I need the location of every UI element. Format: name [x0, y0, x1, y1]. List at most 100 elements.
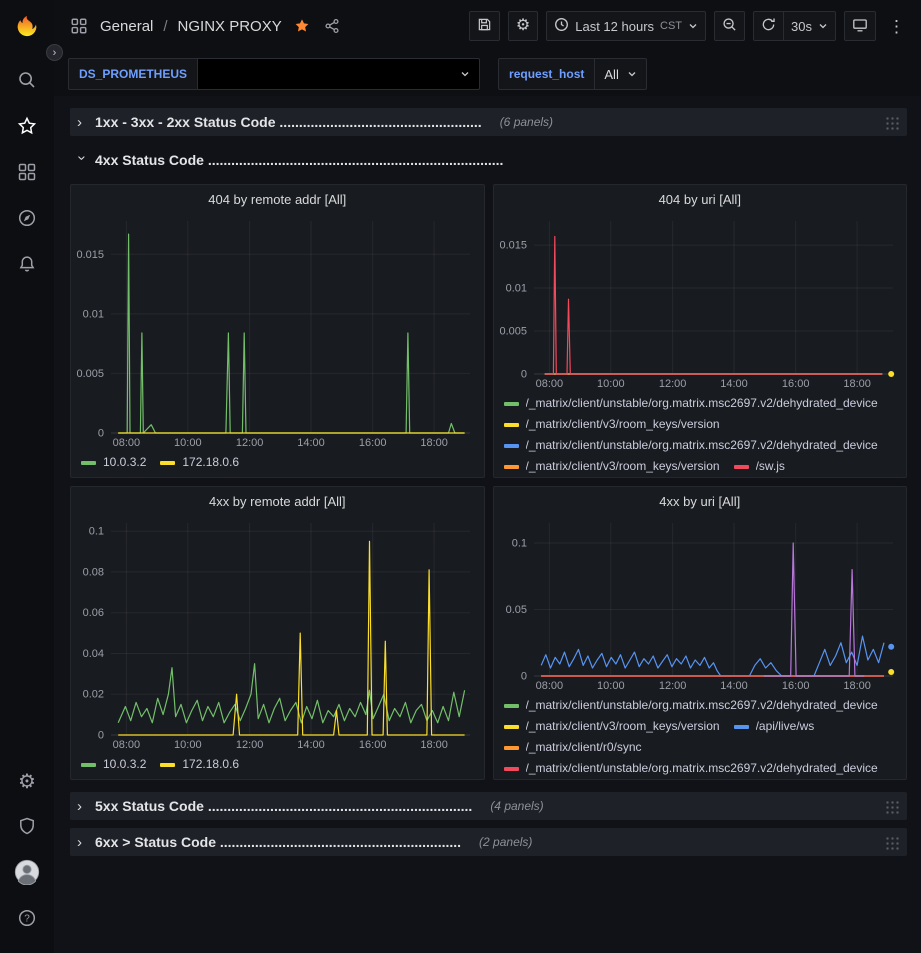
svg-text:0: 0: [520, 671, 526, 683]
sidebar-item-search[interactable]: [7, 62, 47, 102]
variable-label-ds: DS_PROMETHEUS: [68, 58, 198, 90]
legend-item[interactable]: /_matrix/client/unstable/org.matrix.msc2…: [504, 436, 878, 455]
chart-4xx-by-uri[interactable]: 00.050.108:0010:0012:0014:0016:0018:00: [494, 515, 907, 693]
breadcrumb-folder[interactable]: General: [100, 18, 153, 35]
legend-swatch: [504, 444, 519, 448]
chart-svg: 00.020.040.060.080.108:0010:0012:0014:00…: [71, 515, 484, 752]
row-4xx[interactable]: › 4xx Status Code ......................…: [70, 146, 907, 174]
svg-text:0.05: 0.05: [505, 604, 526, 616]
tv-mode-button[interactable]: [844, 11, 876, 41]
row-5xx[interactable]: › 5xx Status Code ......................…: [70, 792, 907, 820]
more-options-button[interactable]: ⋮: [884, 18, 909, 35]
row-1xx-3xx-2xx[interactable]: › 1xx - 3xx - 2xx Status Code ..........…: [70, 108, 907, 136]
grafana-app: ⚙ ? ›: [0, 0, 921, 953]
legend-item[interactable]: /_matrix/client/unstable/org.matrix.msc2…: [504, 759, 878, 778]
refresh-button[interactable]: [753, 11, 784, 41]
legend-label: /_matrix/client/v3/room_keys/version: [526, 415, 720, 434]
sidebar-item-alerting[interactable]: [7, 246, 47, 286]
legend-label: 10.0.3.2: [103, 453, 146, 472]
sidebar-item-explore[interactable]: [7, 200, 47, 240]
legend-item[interactable]: /_matrix/client/v3/room_keys/version: [504, 717, 720, 736]
favorite-star-icon[interactable]: [292, 16, 312, 36]
sidebar-item-starred[interactable]: [7, 108, 47, 148]
row-drag-handle[interactable]: [884, 115, 899, 130]
row-panel-count: (4 panels): [490, 799, 543, 813]
grafana-logo-icon: [12, 13, 42, 43]
share-icon[interactable]: [322, 16, 342, 36]
legend-label: /_matrix/client/unstable/org.matrix.msc2…: [526, 696, 878, 715]
refresh-interval-dropdown[interactable]: 30s: [784, 11, 836, 41]
legend-item[interactable]: 172.18.0.6: [160, 755, 239, 774]
refresh-button-group: 30s: [753, 11, 836, 41]
variables-bar: DS_PROMETHEUS request_host All: [54, 52, 921, 96]
chevron-down-icon: [688, 21, 698, 31]
legend-item[interactable]: /_matrix/client/unstable/org.matrix.msc2…: [504, 394, 878, 413]
row-drag-handle[interactable]: [884, 799, 899, 814]
refresh-interval-label: 30s: [791, 19, 812, 34]
legend: 10.0.3.2 172.18.0.6: [71, 450, 484, 477]
legend-item[interactable]: /_matrix/client/unstable/org.matrix.msc2…: [504, 696, 878, 715]
sidebar-item-server-admin[interactable]: [7, 808, 47, 848]
panel-title[interactable]: 404 by remote addr [All]: [71, 185, 484, 213]
panel-title[interactable]: 4xx by remote addr [All]: [71, 487, 484, 515]
panel-4xx-by-remote-addr: 4xx by remote addr [All] 00.020.040.060.…: [70, 486, 485, 780]
legend-item[interactable]: /_matrix/client/r0/sync: [504, 738, 642, 757]
svg-text:10:00: 10:00: [597, 378, 625, 390]
svg-text:08:00: 08:00: [535, 680, 563, 692]
svg-text:?: ?: [24, 913, 30, 924]
legend-swatch: [504, 402, 519, 406]
legend-item[interactable]: /_matrix/client/v3/room_keys/version: [504, 415, 720, 434]
save-dashboard-button[interactable]: [469, 11, 500, 41]
sidebar-item-dashboards[interactable]: [7, 154, 47, 194]
legend-label: /_matrix/client/v3/room_keys/version: [526, 457, 720, 476]
user-avatar[interactable]: [7, 854, 47, 894]
chart-4xx-by-remote-addr[interactable]: 00.020.040.060.080.108:0010:0012:0014:00…: [71, 515, 484, 752]
sidebar-bottom: ⚙ ?: [7, 759, 47, 943]
panel-title[interactable]: 4xx by uri [All]: [494, 487, 907, 515]
svg-text:16:00: 16:00: [781, 378, 809, 390]
zoom-out-button[interactable]: [714, 11, 745, 41]
svg-text:0.005: 0.005: [499, 326, 527, 338]
top-navigation-bar: General / NGINX PROXY ⚙: [54, 0, 921, 52]
svg-text:14:00: 14:00: [297, 739, 325, 751]
legend-item[interactable]: 172.18.0.6: [160, 453, 239, 472]
variable-value-host-text: All: [604, 67, 618, 82]
svg-text:12:00: 12:00: [658, 378, 686, 390]
sidebar-item-configuration[interactable]: ⚙: [7, 762, 47, 802]
grafana-logo[interactable]: [6, 7, 48, 49]
star-icon: [17, 116, 37, 141]
legend-item[interactable]: 10.0.3.2: [81, 755, 146, 774]
row-title: 5xx Status Code ........................…: [95, 798, 472, 814]
legend-item[interactable]: /sw.js: [734, 457, 785, 476]
variable-value-host[interactable]: All: [595, 58, 646, 90]
legend-swatch: [160, 763, 175, 767]
svg-text:0.08: 0.08: [83, 566, 104, 578]
legend-item[interactable]: 10.0.3.2: [81, 453, 146, 472]
chart-404-by-remote-addr[interactable]: 00.0050.010.01508:0010:0012:0014:0016:00…: [71, 213, 484, 450]
legend-swatch: [504, 465, 519, 469]
sidebar-item-help[interactable]: ?: [7, 900, 47, 940]
zoom-out-icon: [722, 17, 737, 35]
apps-grid-icon[interactable]: [68, 15, 90, 37]
legend-item[interactable]: /api/live/ws: [734, 717, 815, 736]
svg-text:18:00: 18:00: [843, 378, 871, 390]
panel-404-by-remote-addr: 404 by remote addr [All] 00.0050.010.015…: [70, 184, 485, 478]
variable-value-ds[interactable]: [198, 58, 480, 90]
toolbar: ⚙ Last 12 hours CST: [469, 11, 909, 41]
legend-swatch: [734, 725, 749, 729]
legend-item[interactable]: /_matrix/client/v3/room_keys/version: [504, 457, 720, 476]
row-6xx[interactable]: › 6xx > Status Code ....................…: [70, 828, 907, 856]
row-title: 4xx Status Code ........................…: [95, 152, 503, 168]
search-icon: [17, 70, 37, 95]
svg-text:12:00: 12:00: [658, 680, 686, 692]
chart-404-by-uri[interactable]: 00.0050.010.01508:0010:0012:0014:0016:00…: [494, 213, 907, 391]
svg-text:0.1: 0.1: [89, 526, 104, 538]
timezone-label: CST: [660, 20, 682, 32]
time-range-picker[interactable]: Last 12 hours CST: [546, 11, 706, 41]
panel-title[interactable]: 404 by uri [All]: [494, 185, 907, 213]
dashboard-settings-button[interactable]: ⚙: [508, 11, 538, 41]
dashboard-title[interactable]: NGINX PROXY: [178, 18, 282, 35]
row-drag-handle[interactable]: [884, 835, 899, 850]
sidebar-expand-button[interactable]: ›: [46, 44, 63, 61]
gear-icon: ⚙: [516, 18, 530, 34]
